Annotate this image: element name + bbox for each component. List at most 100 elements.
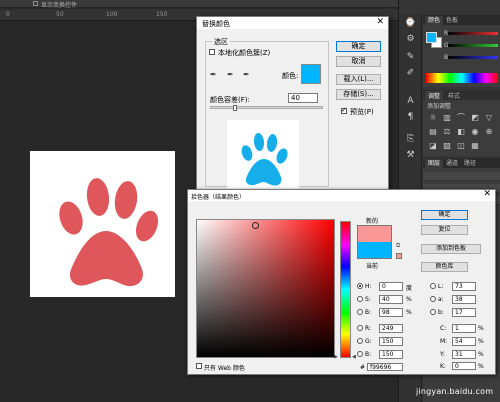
layer-row[interactable]	[423, 172, 500, 181]
levels-icon[interactable]: ▥	[443, 114, 451, 122]
fuzziness-input[interactable]: 40	[288, 93, 318, 103]
color-selector-circle[interactable]	[252, 222, 259, 229]
color-balance-icon[interactable]: ⚖	[443, 128, 451, 136]
reset-button[interactable]: 复位	[421, 225, 468, 235]
tab-color[interactable]: 颜色	[425, 16, 444, 25]
radio-lab-l[interactable]	[430, 283, 436, 289]
radio-g[interactable]	[357, 338, 363, 344]
unit-m: %	[478, 338, 484, 345]
input-lab-b[interactable]: 17	[452, 308, 476, 317]
paw-preview-image	[241, 133, 288, 186]
show-transform-checkbox[interactable]	[33, 1, 38, 6]
color-spectrum-ramp[interactable]	[426, 73, 498, 83]
dialog-title: 替换颜色	[202, 20, 230, 28]
ok-button[interactable]: 确定	[421, 210, 468, 220]
clone-source-icon[interactable]: ⎘	[404, 134, 417, 145]
hue-slider-arrow-right[interactable]: ◀	[352, 354, 356, 360]
fuzziness-slider-thumb[interactable]	[233, 105, 237, 111]
tab-paths[interactable]: 路径	[461, 159, 479, 168]
input-y[interactable]: 31	[452, 350, 476, 359]
gamut-color-swatch[interactable]	[396, 253, 402, 259]
threshold-icon[interactable]: ◫	[457, 142, 465, 150]
input-k[interactable]: 0	[452, 362, 476, 370]
radio-b[interactable]	[357, 309, 363, 315]
hue-sat-icon[interactable]: ▤	[429, 128, 437, 136]
posterize-icon[interactable]: ▨	[443, 142, 451, 150]
brush-icon[interactable]: ✎	[404, 52, 417, 63]
exposure-icon[interactable]: ◩	[471, 114, 479, 122]
fuzziness-slider[interactable]	[210, 105, 323, 111]
cancel-button[interactable]: 取消	[336, 56, 381, 67]
hex-input[interactable]: f99696	[367, 363, 403, 371]
tab-styles[interactable]: 样式	[445, 91, 463, 100]
vibrance-icon[interactable]: ▽	[485, 114, 493, 122]
foreground-color-swatch[interactable]	[426, 32, 437, 43]
brightness-icon[interactable]: ☼	[429, 114, 437, 122]
input-blue[interactable]: 150	[379, 350, 403, 359]
localized-color-clusters-checkbox[interactable]	[209, 49, 215, 55]
label-lab-l: L:	[438, 283, 444, 290]
save-button[interactable]: 存储(S)...	[336, 89, 381, 100]
input-g[interactable]: 150	[379, 337, 403, 346]
dialog-titlebar: 拾色器（结果颜色） ✕	[188, 189, 495, 201]
radio-r[interactable]	[357, 325, 363, 331]
tab-swatches[interactable]: 色板	[443, 16, 461, 25]
character-icon[interactable]: A	[404, 96, 417, 107]
unit-h: 度	[406, 285, 413, 292]
input-lab-l[interactable]: 73	[452, 282, 476, 291]
red-slider[interactable]	[448, 32, 498, 35]
input-lab-a[interactable]: 38	[452, 295, 476, 304]
web-colors-only-checkbox[interactable]	[196, 363, 202, 369]
input-r[interactable]: 249	[379, 324, 403, 333]
black-white-icon[interactable]: ◧	[457, 128, 465, 136]
radio-lab-b[interactable]	[430, 309, 436, 315]
photo-filter-icon[interactable]: ◉	[471, 128, 479, 136]
eyedropper-plus-icon[interactable]: ✒	[227, 70, 234, 79]
radio-lab-a[interactable]	[430, 296, 436, 302]
saturation-brightness-field[interactable]	[196, 219, 335, 358]
eyedropper-icon[interactable]: ✒	[210, 70, 217, 79]
unit-b: %	[406, 309, 412, 316]
document-canvas[interactable]	[30, 151, 175, 297]
close-icon[interactable]: ✕	[376, 17, 384, 27]
tool-presets-icon[interactable]: ⚒	[404, 150, 417, 161]
history-icon[interactable]: ⌚	[404, 18, 417, 29]
selected-color-swatch[interactable]	[301, 64, 321, 84]
color-panel: R G B	[423, 25, 500, 87]
load-button[interactable]: 载入(L)...	[336, 74, 381, 85]
radio-h[interactable]	[357, 283, 363, 289]
tab-layers[interactable]: 图层	[425, 159, 444, 168]
input-c[interactable]: 1	[452, 324, 476, 333]
tab-adjustments[interactable]: 调整	[425, 91, 444, 100]
tab-channels[interactable]: 通道	[443, 159, 461, 168]
preview-checkbox[interactable]	[341, 106, 347, 114]
input-m[interactable]: 54	[452, 337, 476, 346]
out-of-gamut-cube-icon[interactable]: ⧉	[396, 242, 400, 250]
add-to-swatches-button[interactable]: 添加到色板	[421, 244, 481, 254]
localized-color-clusters-label: 本地化颜色簇(Z)	[218, 49, 271, 57]
gradient-map-icon[interactable]: ▦	[471, 142, 479, 150]
label-c: C:	[440, 325, 447, 332]
curves-icon[interactable]: ⌒	[457, 114, 465, 122]
color-libraries-button[interactable]: 颜色库	[421, 262, 468, 272]
color-panel-tabs: 颜色 色板	[423, 15, 500, 25]
green-slider[interactable]	[448, 44, 498, 47]
hue-slider[interactable]	[340, 221, 351, 358]
channel-mixer-icon[interactable]: ⊕	[485, 128, 493, 136]
eyedropper-minus-icon[interactable]: ✒	[243, 70, 250, 79]
input-b[interactable]: 98	[379, 308, 403, 317]
input-h[interactable]: 0	[379, 282, 403, 291]
blue-slider[interactable]	[448, 56, 498, 59]
preview-label: 预览(P)	[350, 108, 374, 116]
input-s[interactable]: 40	[379, 295, 403, 304]
ok-button[interactable]: 确定	[336, 41, 381, 52]
radio-blue[interactable]	[357, 351, 363, 357]
radio-s[interactable]	[357, 296, 363, 302]
paragraph-icon[interactable]: ¶	[404, 112, 417, 123]
properties-icon[interactable]: ⚙	[404, 34, 417, 45]
invert-icon[interactable]: ◪	[429, 142, 437, 150]
close-icon[interactable]: ✕	[483, 189, 491, 199]
brush-settings-icon[interactable]: ✐	[404, 68, 417, 79]
hue-slider-arrow-left[interactable]: ▶	[334, 354, 338, 360]
current-color-swatch[interactable]	[357, 242, 392, 259]
